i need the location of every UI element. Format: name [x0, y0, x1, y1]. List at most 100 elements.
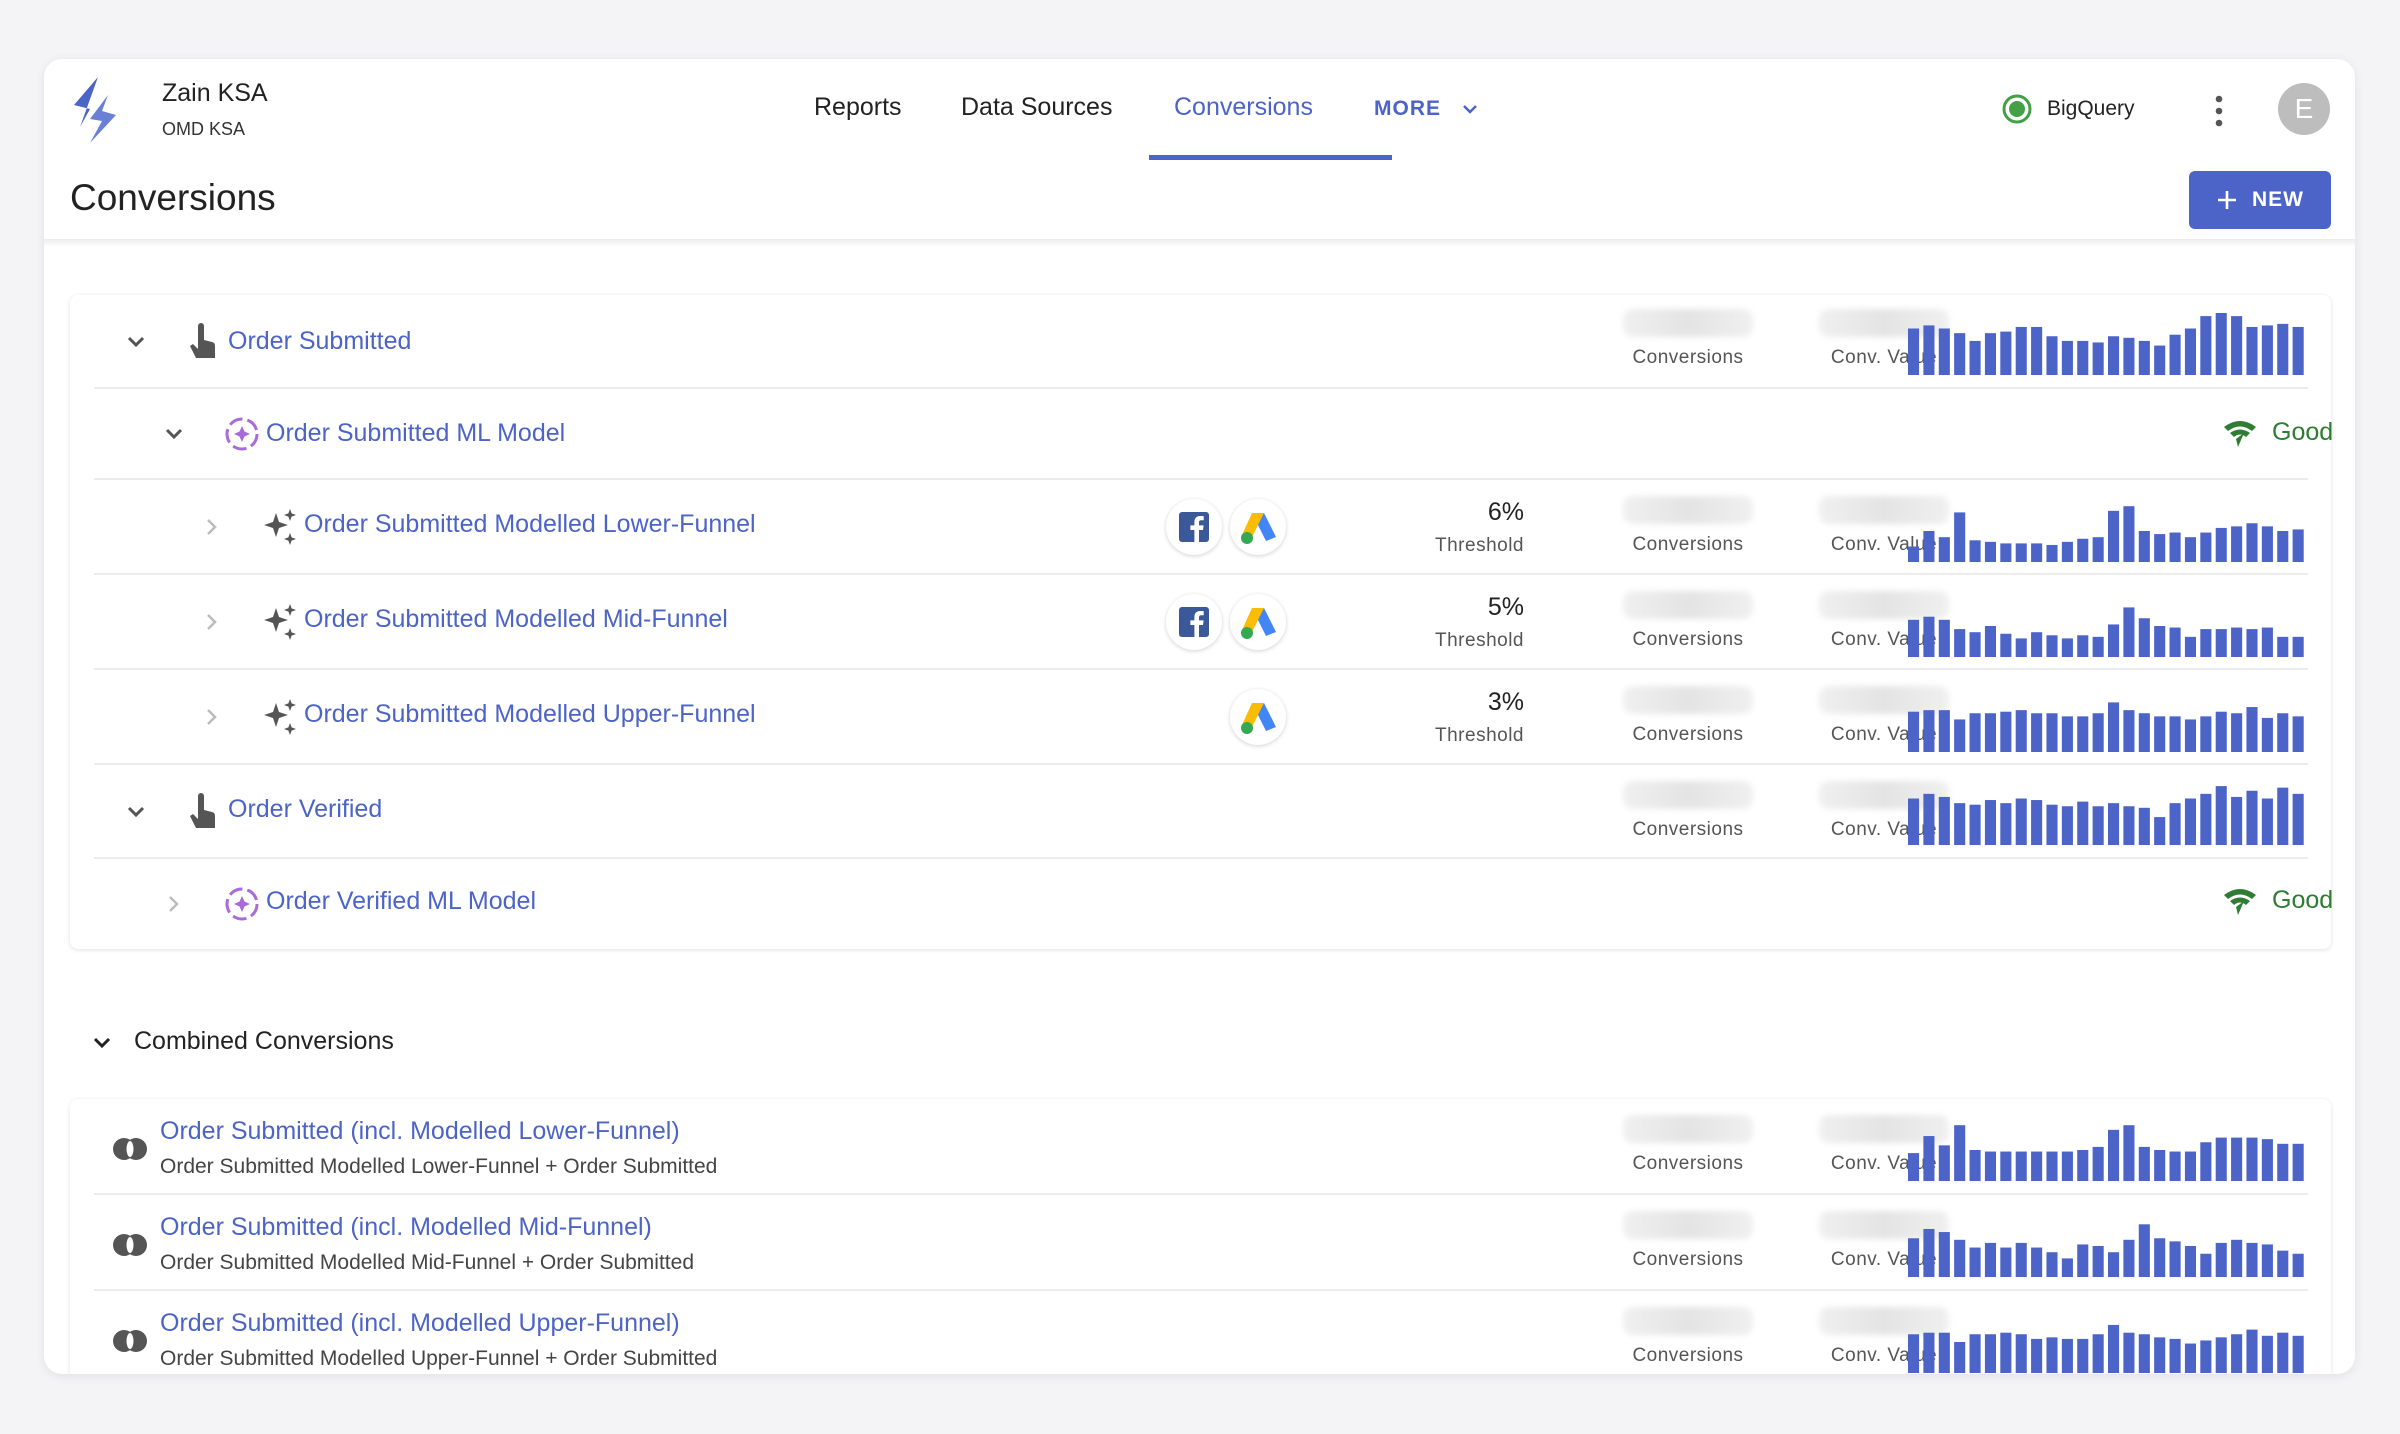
- sparkline-bar: [1969, 1247, 1981, 1277]
- nav-more[interactable]: MORE: [1374, 97, 1441, 121]
- conversions-label: Conversions: [1632, 724, 1744, 745]
- nav-data-sources[interactable]: Data Sources: [961, 93, 1112, 122]
- sparkline-bar: [2277, 787, 2289, 845]
- sparkline-bar: [2292, 1335, 2304, 1373]
- chevron-right-icon[interactable]: [160, 890, 188, 918]
- sparkline-bar: [1938, 328, 1950, 375]
- ml-model-row[interactable]: Order Submitted ML Model Good: [94, 389, 2333, 480]
- ml-model-name[interactable]: Order Verified ML Model: [266, 887, 536, 916]
- modelled-conversion-row[interactable]: Order Submitted Modelled Lower-Funnel 6%…: [94, 480, 2308, 575]
- sparkline-bar: [2231, 1239, 2243, 1277]
- nav-reports[interactable]: Reports: [814, 93, 902, 122]
- account-name[interactable]: Zain KSA: [162, 79, 268, 108]
- sparkline-bar: [2215, 1137, 2227, 1181]
- chevron-down-icon[interactable]: [160, 420, 188, 448]
- more-vert-icon[interactable]: [2209, 93, 2229, 129]
- signal-icon: [2224, 889, 2256, 915]
- sparkline-bar: [1908, 1334, 1920, 1373]
- chevron-down-icon[interactable]: [122, 328, 150, 356]
- sparkline-bar: [2200, 316, 2212, 375]
- active-tab-indicator: [1149, 155, 1392, 160]
- conversions-card: Order Submitted Conversions Conv. Value …: [70, 295, 2333, 949]
- chevron-down-icon[interactable]: [88, 1029, 116, 1057]
- sparkline-bar: [1923, 1228, 1935, 1277]
- conversion-name[interactable]: Order Verified: [228, 795, 382, 824]
- sparkline-bar: [2277, 323, 2289, 375]
- new-button-label: NEW: [2252, 188, 2304, 211]
- facebook-icon: [1166, 594, 1222, 650]
- combined-conversion-row[interactable]: Order Submitted (incl. Modelled Upper-Fu…: [94, 1291, 2308, 1374]
- sparkline-bar: [1908, 1238, 1920, 1277]
- new-conversion-button[interactable]: NEW: [2189, 171, 2331, 229]
- sparkline-bar: [2031, 1151, 2043, 1181]
- sparkline-bar: [2000, 803, 2012, 845]
- sparkline-bar: [2015, 638, 2027, 657]
- sparkline-bar: [1969, 540, 1981, 562]
- sparkline-bar: [2169, 1338, 2181, 1373]
- threshold-label: Threshold: [1435, 725, 1524, 746]
- sparkline-bar: [2184, 636, 2196, 657]
- chevron-right-icon[interactable]: [198, 703, 226, 731]
- sparkline-bar: [1984, 1242, 1996, 1277]
- sparkline-bar: [2061, 1151, 2073, 1181]
- sparkline-bar: [1923, 616, 1935, 657]
- sparkline-bar: [2077, 340, 2089, 375]
- sparkline-bar: [2292, 1253, 2304, 1277]
- sparkline-bar: [2169, 334, 2181, 375]
- conversion-name[interactable]: Order Submitted: [228, 327, 411, 356]
- sparkline-bar: [2154, 1238, 2166, 1277]
- modelled-conversion-row[interactable]: Order Submitted Modelled Upper-Funnel 3%…: [94, 670, 2308, 765]
- combined-conversion-name[interactable]: Order Submitted (incl. Modelled Upper-Fu…: [160, 1309, 680, 1338]
- conversion-name[interactable]: Order Submitted Modelled Lower-Funnel: [304, 510, 756, 539]
- sparkline-bar: [2015, 543, 2027, 562]
- sparkline-bar: [2077, 1150, 2089, 1181]
- conversion-name[interactable]: Order Submitted Modelled Upper-Funnel: [304, 700, 756, 729]
- sparkline-bar: [2261, 717, 2273, 752]
- google-ads-icon: [1230, 499, 1286, 555]
- chevron-right-icon[interactable]: [198, 513, 226, 541]
- ml-model-row[interactable]: Order Verified ML Model Good: [94, 859, 2333, 949]
- sparkline-bar: [2108, 1129, 2120, 1181]
- sparkline-bar: [2277, 1143, 2289, 1181]
- sparkline-bar: [1923, 325, 1935, 375]
- modelled-conversion-row[interactable]: Order Submitted Modelled Mid-Funnel 5% Th…: [94, 575, 2308, 670]
- threshold: 5% Threshold: [1404, 593, 1524, 652]
- sparkline-bar: [2123, 1125, 2135, 1181]
- sparkles-icon: [264, 604, 296, 640]
- sparkline-bar: [2277, 713, 2289, 752]
- combined-conversion-name[interactable]: Order Submitted (incl. Modelled Mid-Funn…: [160, 1213, 652, 1242]
- sparkline: [1908, 1224, 2304, 1277]
- conversions-metric: Conversions: [1608, 686, 1768, 746]
- sparkline: [1908, 1125, 2304, 1181]
- chevron-down-icon[interactable]: [1458, 97, 1482, 121]
- sparkline-bar: [2231, 526, 2243, 562]
- datasource-status[interactable]: BigQuery: [2001, 93, 2135, 125]
- combined-conversion-description: Order Submitted Modelled Lower-Funnel + …: [160, 1155, 718, 1178]
- conversions-value-blurred: [1623, 496, 1753, 524]
- chevron-right-icon[interactable]: [198, 608, 226, 636]
- sparkline-bar: [2123, 1332, 2135, 1373]
- sparkline-bar: [1984, 1334, 1996, 1373]
- conversion-name[interactable]: Order Submitted Modelled Mid-Funnel: [304, 605, 728, 634]
- sparkline-bar: [2261, 1335, 2273, 1373]
- ml-model-name[interactable]: Order Submitted ML Model: [266, 419, 565, 448]
- combine-icon: [113, 1234, 147, 1256]
- chevron-down-icon[interactable]: [122, 798, 150, 826]
- sparkline-bar: [1984, 1151, 1996, 1181]
- sparkline-bar: [2031, 1247, 2043, 1277]
- combined-conversion-name[interactable]: Order Submitted (incl. Modelled Lower-Fu…: [160, 1117, 680, 1146]
- sparkline-bar: [2123, 806, 2135, 845]
- conversion-row[interactable]: Order Submitted Conversions Conv. Value: [94, 295, 2308, 389]
- sparkline-bar: [1908, 328, 1920, 375]
- conversions-metric: Conversions: [1608, 781, 1768, 841]
- user-avatar[interactable]: E: [2278, 83, 2330, 135]
- app-logo-icon[interactable]: [68, 75, 120, 145]
- sparkline-bar: [2261, 1139, 2273, 1181]
- combined-conversion-row[interactable]: Order Submitted (incl. Modelled Mid-Funn…: [94, 1195, 2308, 1291]
- nav-conversions[interactable]: Conversions: [1174, 93, 1313, 122]
- sparkline-bar: [2292, 793, 2304, 845]
- combined-conversion-row[interactable]: Order Submitted (incl. Modelled Lower-Fu…: [94, 1099, 2308, 1195]
- conversion-row[interactable]: Order Verified Conversions Conv. Value: [94, 765, 2308, 859]
- combined-conversions-title[interactable]: Combined Conversions: [134, 1027, 394, 1056]
- conversions-label: Conversions: [1632, 1345, 1744, 1366]
